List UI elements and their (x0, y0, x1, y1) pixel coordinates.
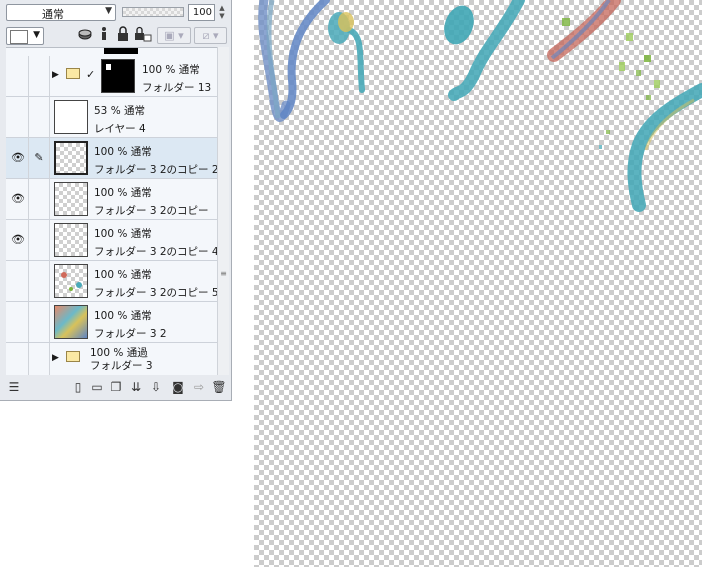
opacity-input[interactable]: 100 (188, 4, 215, 21)
layer-thumbnail (54, 100, 88, 134)
layer-name: フォルダー 3 2 (94, 328, 167, 340)
opacity-spinner[interactable]: ▲ ▼ (217, 4, 227, 21)
layer-name: フォルダー 3 (90, 360, 153, 372)
scroll-grip-icon[interactable]: ≡ (219, 270, 228, 282)
layer-thumbnail (101, 59, 135, 93)
layer-thumbnail (54, 264, 88, 298)
reference-button[interactable]: ⧄ ▾ (194, 27, 227, 44)
edit-target-cell[interactable] (29, 302, 50, 342)
opacity-slider[interactable] (122, 7, 184, 17)
trash-icon[interactable]: 🗑 (211, 379, 227, 395)
layers-menu-icon[interactable]: ☰ (6, 379, 22, 395)
visibility-toggle[interactable]: 👁 (8, 220, 29, 260)
chevron-down-icon: ▼ (33, 30, 40, 40)
layer-opacity-mode: 100 % 通常 (94, 269, 152, 281)
folder-icon (66, 351, 80, 362)
layer-name: フォルダー 3 2のコピー 4 (94, 246, 219, 258)
layer-opacity-mode: 100 % 通常 (142, 64, 200, 76)
layer-thumbnail (54, 305, 88, 339)
layer-row[interactable]: ▶ ✓ 100 % 通常 フォルダー 13 (6, 56, 228, 97)
visibility-toggle[interactable] (8, 261, 29, 301)
eye-icon: 👁 (11, 192, 25, 205)
new-folder-icon[interactable]: ❐ (108, 379, 124, 395)
layer-row[interactable]: 👁 100 % 通常 フォルダー 3 2のコピー 4 (6, 220, 228, 261)
reference-layer-icon[interactable] (77, 26, 93, 44)
new-raster-layer-icon[interactable]: ▯ (70, 379, 86, 395)
visibility-toggle[interactable]: 👁 (8, 179, 29, 219)
layer-opacity-mode: 53 % 通常 (94, 105, 146, 117)
new-vector-layer-icon[interactable]: ▭ (89, 379, 105, 395)
layer-name: フォルダー 3 2のコピー (94, 205, 209, 217)
folder-icon (66, 68, 80, 79)
draft-layer-icon[interactable] (96, 26, 112, 44)
edit-target-cell[interactable] (29, 261, 50, 301)
edit-target-cell[interactable] (29, 343, 50, 375)
layer-row[interactable]: 100 % 通常 フォルダー 3 2 (6, 302, 228, 343)
chevron-down-icon: ▼ (105, 6, 112, 16)
visibility-toggle[interactable] (8, 343, 29, 375)
layer-list: ▶ ✓ 100 % 通常 フォルダー 13 53 % 通常 レイヤー 4 👁 ✎… (6, 47, 228, 376)
triangle-right-icon[interactable]: ▶ (52, 353, 59, 363)
layer-mask-icon[interactable]: ◙ (170, 379, 186, 395)
blend-mode-dropdown[interactable]: 通常 ▼ (6, 4, 116, 21)
layer-list-scrollbar[interactable]: ≡ (217, 47, 229, 375)
apply-mask-icon[interactable]: ⇨ (191, 379, 207, 395)
edit-target-cell[interactable] (29, 56, 50, 96)
edit-target-cell[interactable] (29, 97, 50, 137)
visibility-toggle[interactable]: 👁 (8, 138, 29, 178)
layer-thumbnail (54, 223, 88, 257)
layer-color-dropdown[interactable]: ▼ (6, 27, 44, 45)
merge-down-icon[interactable]: ⇩ (148, 379, 164, 395)
lock-icon[interactable] (115, 26, 131, 44)
layer-row[interactable]: 53 % 通常 レイヤー 4 (6, 97, 228, 138)
visibility-toggle[interactable] (8, 302, 29, 342)
drawing-canvas[interactable] (254, 0, 702, 567)
transfer-down-icon[interactable]: ⇊ (128, 379, 144, 395)
edit-target-cell[interactable]: ✎ (29, 138, 50, 178)
layer-name: フォルダー 3 2のコピー 2 (94, 164, 219, 176)
layer-name: レイヤー 4 (94, 123, 146, 135)
layer-name: フォルダー 3 2のコピー 5 (94, 287, 219, 299)
edit-target-cell[interactable] (29, 220, 50, 260)
layer-opacity-mode: 100 % 通常 (94, 228, 152, 240)
layer-row[interactable]: 👁 100 % 通常 フォルダー 3 2のコピー (6, 179, 228, 220)
visibility-toggle[interactable] (8, 97, 29, 137)
layer-thumbnail (104, 48, 138, 54)
layer-opacity-mode: 100 % 通常 (94, 146, 152, 158)
layer-thumbnail (54, 182, 88, 216)
layer-opacity-mode: 100 % 通常 (94, 310, 152, 322)
layer-panel: 通常 ▼ 100 ▲ ▼ ▼ ▣ ▾ ⧄ ▾ ▶ ✓ 100 % 通常 フォルダ… (0, 0, 232, 401)
layer-row[interactable]: 100 % 通常 フォルダー 3 2のコピー 5 (6, 261, 228, 302)
visibility-toggle[interactable] (8, 56, 29, 96)
edit-target-cell[interactable] (29, 179, 50, 219)
canvas-artwork (258, 0, 702, 212)
eye-icon: 👁 (11, 233, 25, 246)
layer-opacity-mode: 100 % 通常 (94, 187, 152, 199)
layer-property-bar: 通常 ▼ 100 ▲ ▼ (0, 0, 231, 25)
eye-icon: 👁 (11, 151, 25, 164)
clipping-button[interactable]: ▣ ▾ (157, 27, 191, 44)
layer-name: フォルダー 13 (142, 82, 212, 94)
triangle-right-icon[interactable]: ▶ (52, 70, 59, 80)
layer-row-selected[interactable]: 👁 ✎ 100 % 通常 フォルダー 3 2のコピー 2 (6, 138, 228, 179)
check-icon: ✓ (86, 68, 96, 81)
layer-row[interactable]: ▶ 100 % 通過 フォルダー 3 (6, 343, 228, 376)
layer-color-swatch (10, 30, 28, 44)
blend-mode-value: 通常 (42, 8, 64, 21)
lock-transparency-icon[interactable] (134, 26, 152, 44)
layer-thumbnail (54, 141, 88, 175)
layer-panel-footer: ☰ ▯ ▭ ❐ ⇊ ⇩ ◙ ⇨ 🗑 (0, 375, 231, 399)
pencil-icon: ✎ (34, 151, 44, 164)
